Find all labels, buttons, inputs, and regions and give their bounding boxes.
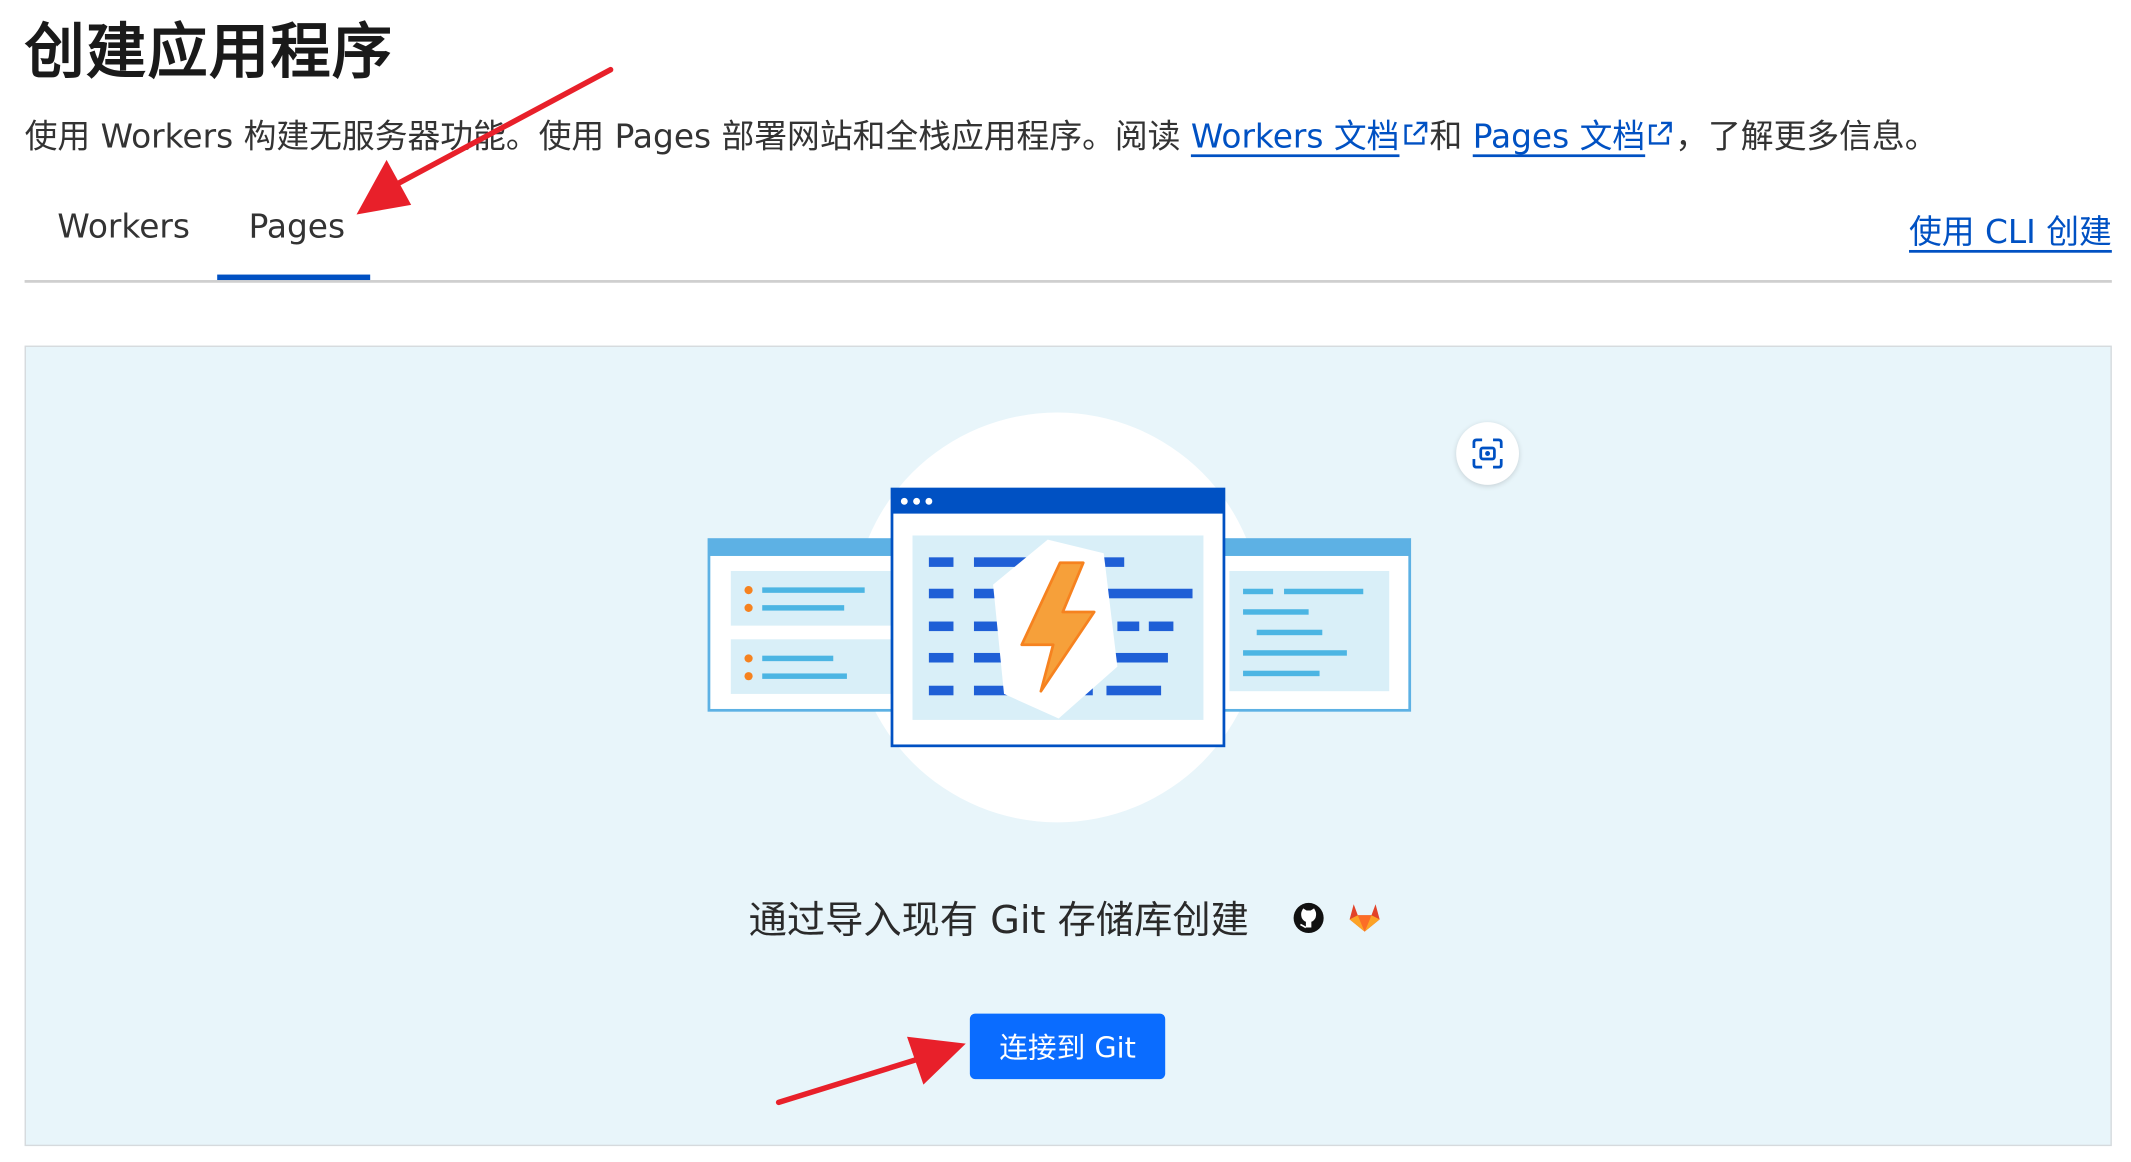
connect-to-git-button[interactable]: 连接到 Git bbox=[969, 1013, 1166, 1080]
git-import-heading: 通过导入现有 Git 存储库创建 bbox=[748, 897, 1249, 943]
pages-illustration bbox=[707, 412, 1412, 823]
app-root: 创建应用程序 使用 Workers 构建无服务器功能。使用 Pages 部署网站… bbox=[0, 0, 2131, 1161]
gitlab-icon bbox=[1349, 904, 1380, 932]
screenshot-button[interactable] bbox=[1456, 422, 1519, 485]
github-icon bbox=[1293, 902, 1324, 933]
screenshot-icon bbox=[1472, 438, 1503, 469]
